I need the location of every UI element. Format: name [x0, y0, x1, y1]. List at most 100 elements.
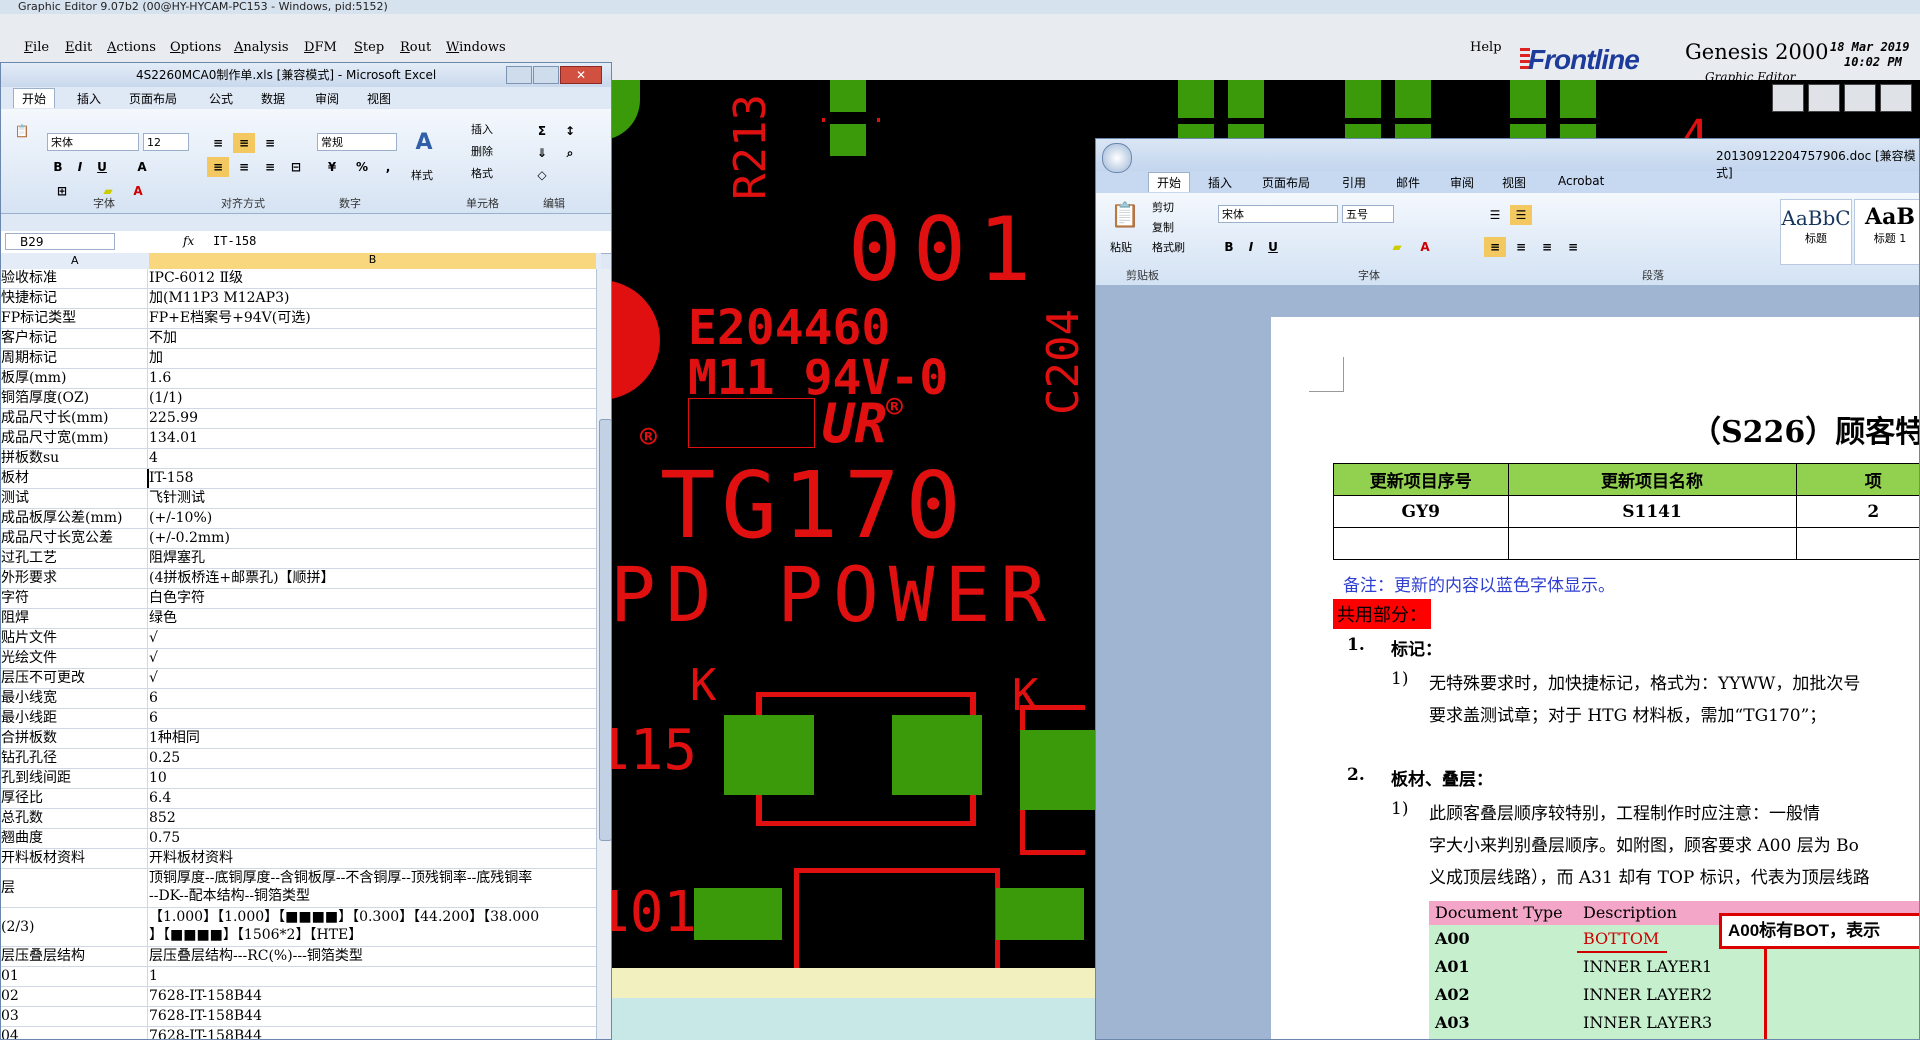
- tab-insert[interactable]: 插入: [1208, 174, 1232, 191]
- number-format-box[interactable]: 常规: [317, 133, 397, 151]
- tab-references[interactable]: 引用: [1342, 174, 1366, 191]
- cell-b[interactable]: 6.4: [149, 789, 596, 808]
- find-icon[interactable]: ⌕: [559, 143, 581, 163]
- cell-b[interactable]: 134.01: [149, 429, 596, 448]
- tool-button-icon[interactable]: [1772, 84, 1804, 112]
- paste-button[interactable]: 粘贴: [1110, 239, 1132, 255]
- table-row[interactable]: 成品尺寸长宽公差 (+/-0.2mm): [1, 529, 596, 549]
- cell-a[interactable]: 层压不可更改: [1, 669, 148, 688]
- cell-b[interactable]: 1.6: [149, 369, 596, 388]
- table-row[interactable]: 阻焊 绿色: [1, 609, 596, 629]
- name-box[interactable]: B29: [5, 233, 115, 250]
- cell-a[interactable]: 过孔工艺: [1, 549, 148, 568]
- table-row[interactable]: 层顶铜厚度--底铜厚度--含铜板厚--不含铜厚--顶残铜率--底残铜率 --DK-…: [1, 869, 596, 908]
- numbering-icon[interactable]: ☰: [1510, 205, 1532, 225]
- cell-a[interactable]: 04: [1, 1027, 148, 1039]
- menu-file[interactable]: File: [24, 40, 49, 55]
- cell-a[interactable]: 客户标记: [1, 329, 148, 348]
- cell-b[interactable]: (4拼板桥连+邮票孔)【顺拼】: [149, 569, 596, 588]
- autosum-icon[interactable]: Σ: [531, 121, 553, 141]
- tab-formulas[interactable]: 公式: [209, 90, 233, 107]
- align-middle-icon[interactable]: ≡: [233, 133, 255, 153]
- cell-a[interactable]: 孔到线间距: [1, 769, 148, 788]
- table-row[interactable]: 板厚(mm) 1.6: [1, 369, 596, 389]
- cell-a[interactable]: 成品尺寸宽(mm): [1, 429, 148, 448]
- cell-a[interactable]: 成品尺寸长(mm): [1, 409, 148, 428]
- grow-font-icon[interactable]: A: [131, 157, 153, 177]
- tab-home[interactable]: 开始: [1148, 172, 1191, 192]
- copy-button[interactable]: 复制: [1152, 219, 1174, 235]
- bold-button[interactable]: B: [47, 157, 69, 177]
- office-button[interactable]: [1102, 143, 1132, 173]
- tab-home[interactable]: 开始: [13, 88, 56, 108]
- fx-icon[interactable]: fx: [183, 234, 194, 248]
- restore-button[interactable]: [533, 66, 559, 84]
- cell-b[interactable]: 白色字符: [149, 589, 596, 608]
- bullets-icon[interactable]: ☰: [1484, 205, 1506, 225]
- delete-cells-button[interactable]: 删除: [471, 143, 493, 159]
- table-row[interactable]: 02 7628-IT-158B44: [1, 987, 596, 1007]
- align-right-icon[interactable]: ≡: [1536, 237, 1558, 257]
- column-header-a[interactable]: A: [71, 254, 79, 267]
- cell-b[interactable]: 层压叠层结构---RC(%)---铜箔类型: [149, 947, 596, 966]
- document-page[interactable]: （S226）顾客特 更新项目序号 更新项目名称 项 GY9 S1141 2 备注…: [1271, 317, 1919, 1039]
- cell-a[interactable]: 02: [1, 987, 148, 1006]
- align-right-icon[interactable]: ≡: [259, 157, 281, 177]
- table-row[interactable]: 测试 飞针测试: [1, 489, 596, 509]
- cell-a[interactable]: 外形要求: [1, 569, 148, 588]
- cell-b[interactable]: 0.25: [149, 749, 596, 768]
- format-painter-button[interactable]: 格式刷: [1152, 239, 1185, 255]
- formula-input[interactable]: IT-158: [213, 234, 256, 248]
- cell-b[interactable]: 阻焊塞孔: [149, 549, 596, 568]
- cell-b[interactable]: FP+E档案号+94V(可选): [149, 309, 596, 328]
- column-header-b[interactable]: B: [149, 253, 596, 269]
- cell-b[interactable]: IPC-6012 Ⅱ级: [149, 269, 596, 288]
- font-name-box[interactable]: 宋体: [1218, 205, 1338, 223]
- styles-icon[interactable]: A: [409, 132, 439, 163]
- table-row[interactable]: 厚径比 6.4: [1, 789, 596, 809]
- align-left-icon[interactable]: ≡: [207, 157, 229, 177]
- menu-dfm[interactable]: DFM: [304, 40, 337, 55]
- format-cells-button[interactable]: 格式: [471, 165, 493, 181]
- table-row[interactable]: 客户标记 不加: [1, 329, 596, 349]
- font-color-icon[interactable]: A: [1414, 237, 1436, 257]
- table-row[interactable]: 成品尺寸宽(mm) 134.01: [1, 429, 596, 449]
- cell-b[interactable]: 7628-IT-158B44: [149, 1027, 596, 1039]
- table-row[interactable]: 拼板数su 4: [1, 449, 596, 469]
- cell-b[interactable]: 顶铜厚度--底铜厚度--含铜板厚--不含铜厚--顶残铜率--底残铜率 --DK--…: [149, 869, 596, 907]
- cell-a[interactable]: 阻焊: [1, 609, 148, 628]
- table-row[interactable]: 验收标准 IPC-6012 Ⅱ级: [1, 269, 596, 289]
- tab-view[interactable]: 视图: [367, 90, 391, 107]
- cell-b[interactable]: 10: [149, 769, 596, 788]
- align-top-icon[interactable]: ≡: [207, 133, 229, 153]
- table-row[interactable]: (2/3) 【1.000】【1.000】【■■■■】【0.300】【44.200】…: [1, 908, 596, 947]
- tab-acrobat[interactable]: Acrobat: [1558, 174, 1604, 188]
- menu-edit[interactable]: Edit: [65, 40, 92, 55]
- tab-page-layout[interactable]: 页面布局: [129, 90, 177, 107]
- menu-help[interactable]: Help: [1470, 40, 1502, 55]
- menu-rout[interactable]: Rout: [400, 40, 431, 55]
- cell-a[interactable]: 01: [1, 967, 148, 986]
- cell-a[interactable]: 总孔数: [1, 809, 148, 828]
- cut-button[interactable]: 剪切: [1152, 199, 1174, 215]
- cell-b[interactable]: (1/1): [149, 389, 596, 408]
- cell-a[interactable]: 字符: [1, 589, 148, 608]
- tab-view[interactable]: 视图: [1502, 174, 1526, 191]
- table-row[interactable]: 04 7628-IT-158B44: [1, 1027, 596, 1039]
- clear-icon[interactable]: ◇: [531, 165, 553, 185]
- cell-b[interactable]: √: [149, 669, 596, 688]
- paste-icon[interactable]: 📋: [11, 121, 33, 141]
- font-size-box[interactable]: 五号: [1342, 205, 1394, 223]
- cell-b[interactable]: 飞针测试: [149, 489, 596, 508]
- table-row[interactable]: 外形要求 (4拼板桥连+邮票孔)【顺拼】: [1, 569, 596, 589]
- table-row[interactable]: 成品尺寸长(mm) 225.99: [1, 409, 596, 429]
- menu-step[interactable]: Step: [354, 40, 384, 55]
- cell-a[interactable]: 03: [1, 1007, 148, 1026]
- cell-a[interactable]: 贴片文件: [1, 629, 148, 648]
- minimize-button[interactable]: [506, 66, 532, 84]
- table-row[interactable]: 字符 白色字符: [1, 589, 596, 609]
- cell-a[interactable]: 验收标准: [1, 269, 148, 288]
- cell-a[interactable]: 成品板厚公差(mm): [1, 509, 148, 528]
- cell-a[interactable]: 合拼板数: [1, 729, 148, 748]
- insert-cells-button[interactable]: 插入: [471, 121, 493, 137]
